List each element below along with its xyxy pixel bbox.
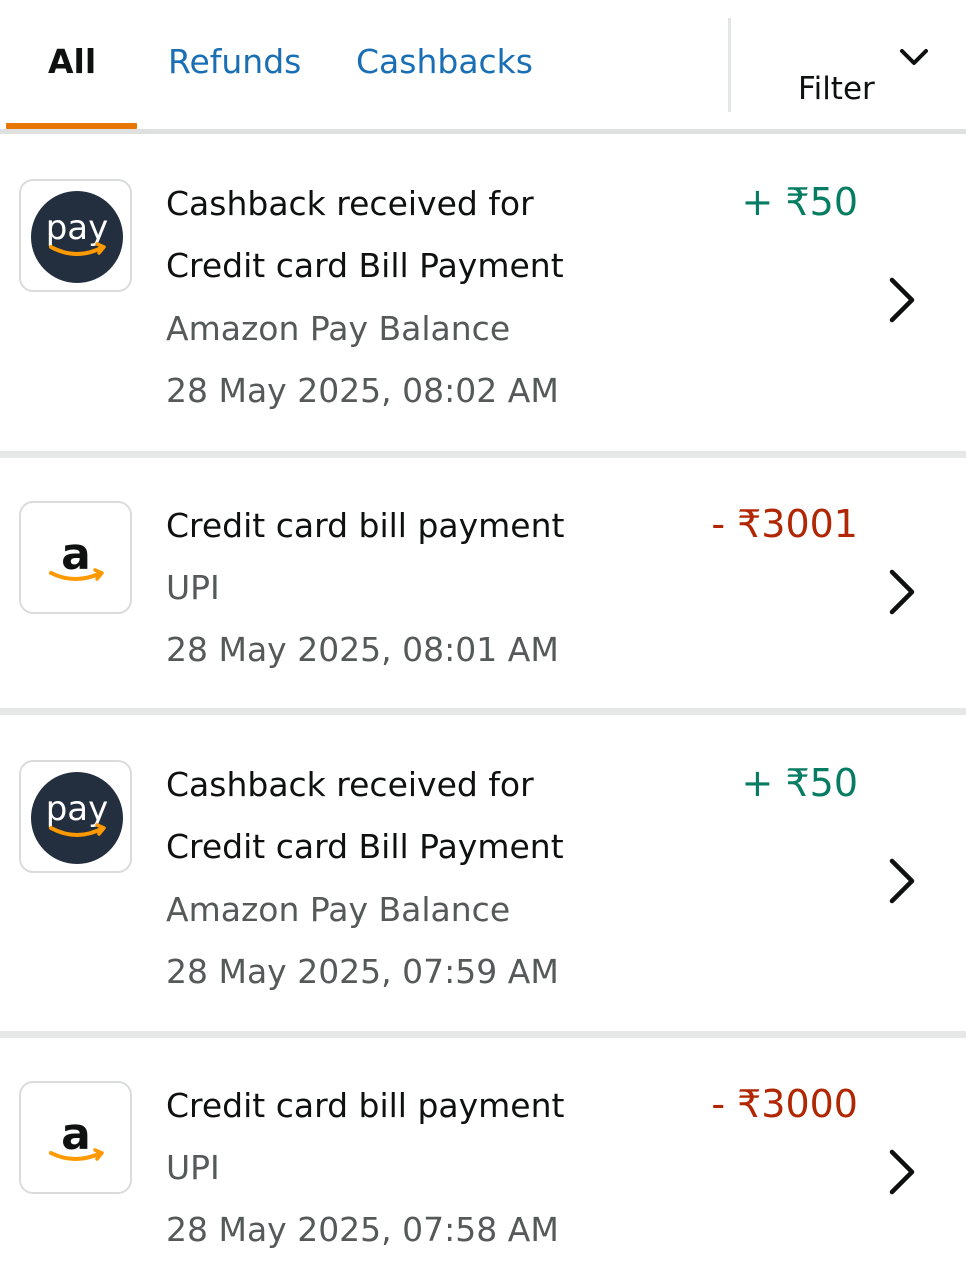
chevron-down-icon [900, 49, 928, 65]
transaction-amount: + ₹50 [741, 761, 858, 805]
payment-method: UPI [166, 568, 220, 607]
transaction-row[interactable]: a Credit card bill payment UPI 28 May 20… [0, 1038, 966, 1280]
tab-cashbacks[interactable]: Cashbacks [356, 42, 533, 82]
row-divider [0, 451, 966, 458]
transaction-amount: - ₹3000 [711, 1082, 858, 1126]
filter-button[interactable]: Filter [792, 40, 952, 120]
transaction-title-line2: Credit card Bill Payment [166, 827, 564, 866]
transaction-datetime: 28 May 2025, 08:01 AM [166, 630, 559, 669]
row-divider [0, 708, 966, 715]
tab-bar: All Refunds Cashbacks Filter [0, 0, 966, 134]
amazon-pay-logo-icon: pay [19, 179, 132, 292]
transaction-amount: - ₹3001 [711, 502, 858, 546]
tab-all[interactable]: All [48, 42, 96, 82]
transaction-title: Credit card bill payment [166, 506, 565, 545]
chevron-right-icon [889, 1149, 915, 1195]
tab-refunds[interactable]: Refunds [168, 42, 301, 82]
transaction-title: Credit card bill payment [166, 1086, 565, 1125]
payment-method: UPI [166, 1148, 220, 1187]
chevron-right-icon [889, 569, 915, 615]
transaction-title-line2: Credit card Bill Payment [166, 246, 564, 285]
transaction-row[interactable]: pay Cashback received for Credit card Bi… [0, 715, 966, 1032]
transaction-row[interactable]: pay Cashback received for Credit card Bi… [0, 134, 966, 451]
transaction-amount: + ₹50 [741, 180, 858, 224]
amazon-logo-icon: a [19, 1081, 132, 1194]
tab-divider [728, 18, 731, 112]
amazon-logo-icon: a [19, 501, 132, 614]
pay-logo-text: pay [46, 789, 109, 829]
pay-logo-text: pay [46, 208, 109, 248]
transaction-datetime: 28 May 2025, 07:59 AM [166, 952, 559, 991]
amazon-logo-text: a [61, 1109, 91, 1160]
transaction-datetime: 28 May 2025, 08:02 AM [166, 371, 559, 410]
transaction-row[interactable]: a Credit card bill payment UPI 28 May 20… [0, 458, 966, 708]
filter-label: Filter [798, 71, 875, 107]
payment-method: Amazon Pay Balance [166, 890, 511, 929]
chevron-right-icon [889, 277, 915, 323]
chevron-right-icon [889, 858, 915, 904]
amazon-logo-text: a [61, 529, 91, 580]
row-divider [0, 1031, 966, 1038]
payment-method: Amazon Pay Balance [166, 309, 511, 348]
transaction-datetime: 28 May 2025, 07:58 AM [166, 1210, 559, 1249]
transaction-title: Cashback received for [166, 184, 534, 223]
transaction-title: Cashback received for [166, 765, 534, 804]
amazon-pay-logo-icon: pay [19, 760, 132, 873]
